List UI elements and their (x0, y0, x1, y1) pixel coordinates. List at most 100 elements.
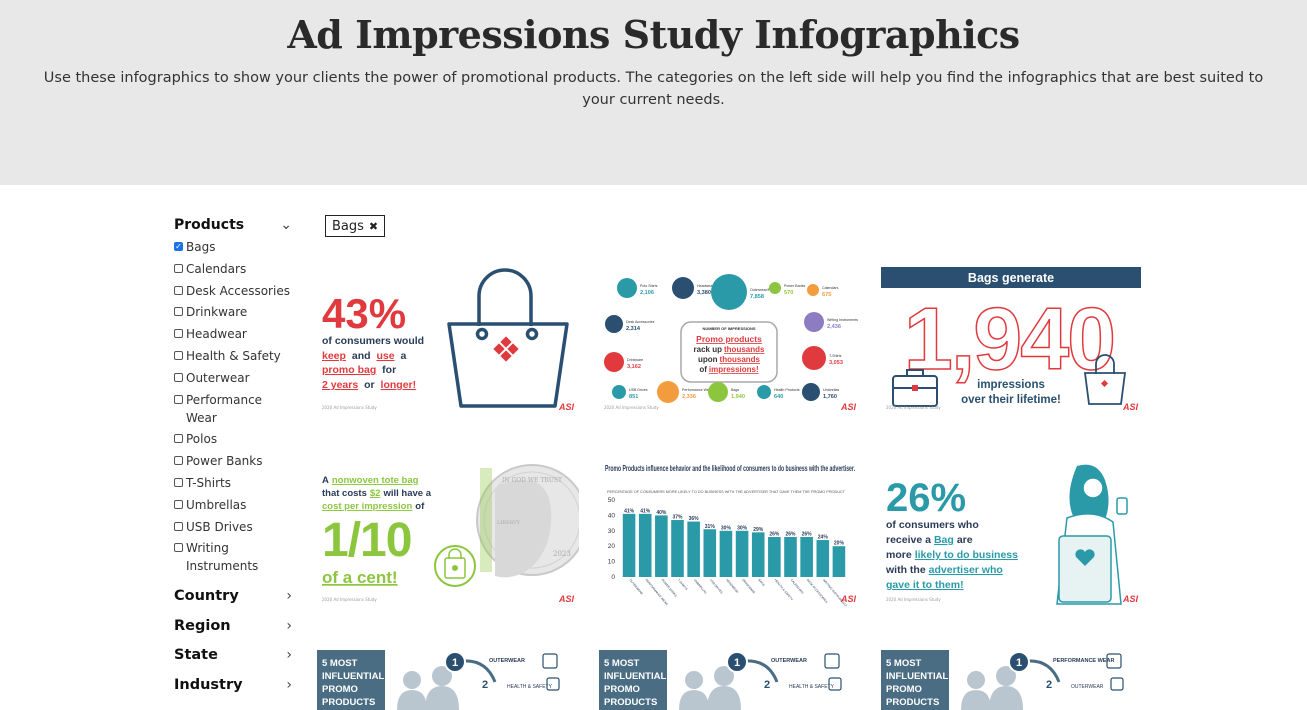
rank-2-label: OUTERWEAR (1071, 684, 1104, 690)
product-icon (711, 274, 747, 310)
checkbox[interactable] (174, 372, 183, 382)
checkbox[interactable] (174, 285, 183, 295)
card2-item-name: Bags (731, 388, 739, 392)
card1-big-number: 43% (322, 290, 406, 337)
filter-option[interactable]: T-Shirts (174, 474, 292, 492)
infographic-card-impressions-overview[interactable]: NUMBER OF IMPRESSIONS Promo products rac… (599, 266, 861, 414)
filter-option[interactable]: Power Banks (174, 452, 292, 470)
top5-banner-line2: INFLUENTIAL (604, 671, 666, 682)
rank-2-number: 2 (482, 679, 488, 691)
filter-option[interactable]: Umbrellas (174, 496, 292, 514)
chart-bar (735, 530, 749, 577)
rank-2-label: HEALTH & SAFETY (789, 684, 835, 690)
checkbox[interactable] (174, 477, 183, 487)
y-tick-label: 10 (608, 559, 616, 566)
card4-sub: of a cent! (322, 568, 398, 587)
active-filter-chip[interactable]: Bags ✖ (325, 215, 386, 237)
infographic-card-bags-26-percent[interactable]: 26% of consumers who receive a Bag are mor… (881, 458, 1143, 606)
checkbox[interactable] (174, 456, 183, 466)
filter-option[interactable]: Performance Wear (174, 391, 292, 427)
top5-banner-line3: PROMO (604, 684, 640, 695)
filter-option[interactable]: Headwear (174, 325, 292, 343)
shield-icon (1110, 677, 1124, 691)
checkbox[interactable] (174, 543, 183, 553)
infographic-card-top5[interactable]: 5 MOST INFLUENTIAL PROMO PRODUCTS 1 2 PERFORMA… (881, 650, 1143, 710)
rank-2-number: 2 (764, 679, 770, 691)
filter-option-label: Outerwear (186, 370, 250, 385)
filter-option[interactable]: Health & Safety (174, 347, 292, 365)
product-icon (708, 382, 728, 402)
infographic-card-top5[interactable]: 5 MOST INFLUENTIAL PROMO PRODUCTS 1 2 OUTERWEA… (599, 650, 861, 710)
card2-item-name: Desk Accessories (626, 320, 655, 324)
filter-option[interactable]: Writing Instruments (174, 539, 292, 575)
card1-line4: 2 years or longer! (322, 379, 416, 391)
facet-title: Region (174, 617, 231, 634)
facet-header[interactable]: Country › (174, 585, 292, 607)
facet-header[interactable]: State › (174, 644, 292, 666)
card3-big-number: 1,940 (904, 289, 1114, 388)
card2-item-name: Writing Instruments (827, 318, 858, 322)
facet-header[interactable]: Region › (174, 615, 292, 637)
y-tick-label: 30 (608, 528, 616, 535)
filter-option[interactable]: USB Drives (174, 518, 292, 536)
card2-item-value: 851 (629, 394, 638, 400)
chevron-right-icon[interactable]: › (286, 677, 292, 693)
checkbox[interactable] (174, 394, 183, 404)
top5-banner-line1: 5 MOST (322, 658, 358, 669)
people-silhouettes-icon (397, 666, 459, 710)
card2-center-line4: of impressions! (699, 365, 758, 374)
card2-item: Outerwear/Fleece7,858 (711, 274, 779, 310)
checkbox[interactable] (174, 350, 183, 360)
infographic-card-top5[interactable]: 5 MOST INFLUENTIAL PROMO PRODUCTS 1 2 OUTERWEA… (317, 650, 579, 710)
filter-option[interactable]: Polos (174, 430, 292, 448)
filter-option-label: Calendars (186, 261, 247, 276)
checkbox[interactable] (174, 329, 183, 339)
filter-option[interactable]: Calendars (174, 260, 292, 278)
card3-sub2: over their lifetime! (961, 394, 1061, 406)
coin-liberty: LIBERTY (497, 520, 521, 526)
card2-item: Headwear3,380 (672, 277, 714, 299)
card6-footer: 2020 Ad Impressions Study (886, 597, 941, 602)
x-tick-label: HEADWEAR (725, 578, 740, 594)
top5-banner-line2: INFLUENTIAL (322, 671, 384, 682)
product-icon (605, 315, 623, 333)
remove-filter-icon[interactable]: ✖ (369, 220, 378, 233)
card2-footer: 2020 Ad Impressions Study (604, 405, 659, 410)
product-icon (672, 277, 694, 299)
card2-item-value: 3,162 (627, 364, 641, 370)
infographic-card-bags-43-percent[interactable]: 43% of consumers would keep and use a pr… (317, 266, 579, 414)
chart-data-label: 41% (640, 508, 651, 514)
card2-item: Drinkware 3,162 (604, 352, 643, 372)
filter-option-label: Writing Instruments (186, 541, 259, 574)
checkbox[interactable] (174, 307, 183, 317)
filter-option[interactable]: Desk Accessories (174, 282, 292, 300)
checkbox[interactable] (174, 263, 183, 273)
card2-center-line2: rack up thousands (694, 345, 765, 354)
facet-header[interactable]: Industry › (174, 674, 292, 696)
infographic-card-cost-per-impression[interactable]: IN GOD WE TRUST LIBERTY 2023 Anonwoven t… (317, 458, 579, 606)
chart-bar (687, 521, 700, 577)
facet-products-header[interactable]: Products ⌄ (174, 216, 292, 234)
filter-option[interactable]: Outerwear (174, 369, 292, 387)
infographic-card-bags-1940-impressions[interactable]: Bags generate 1,940 impressions over the… (881, 266, 1143, 414)
filter-option[interactable]: Drinkware (174, 303, 292, 321)
rank-1-number: 1 (452, 657, 458, 669)
checkbox[interactable] (174, 434, 183, 444)
chart-bar (638, 513, 652, 577)
card2-item: Umbrellas 1,760 (802, 383, 839, 401)
top5-banner-line3: PROMO (886, 684, 922, 695)
product-icon (604, 352, 624, 372)
top5-banner-line4: PRODUCTS (604, 697, 657, 708)
chevron-right-icon[interactable]: › (286, 618, 292, 634)
card3-sub1: impressions (977, 379, 1045, 391)
active-filter-label: Bags (332, 218, 364, 234)
checkbox-checked[interactable]: ✓ (174, 242, 183, 251)
infographic-card-influence-chart[interactable]: Promo Products influence behavior and th… (599, 458, 861, 606)
chevron-right-icon[interactable]: › (286, 588, 292, 604)
checkbox[interactable] (174, 499, 183, 509)
checkbox[interactable] (174, 521, 183, 531)
chevron-down-icon[interactable]: ⌄ (280, 217, 292, 233)
filter-option[interactable]: ✓ Bags (174, 238, 292, 256)
card2-center-line3: upon thousands (698, 355, 761, 364)
chevron-right-icon[interactable]: › (286, 647, 292, 663)
